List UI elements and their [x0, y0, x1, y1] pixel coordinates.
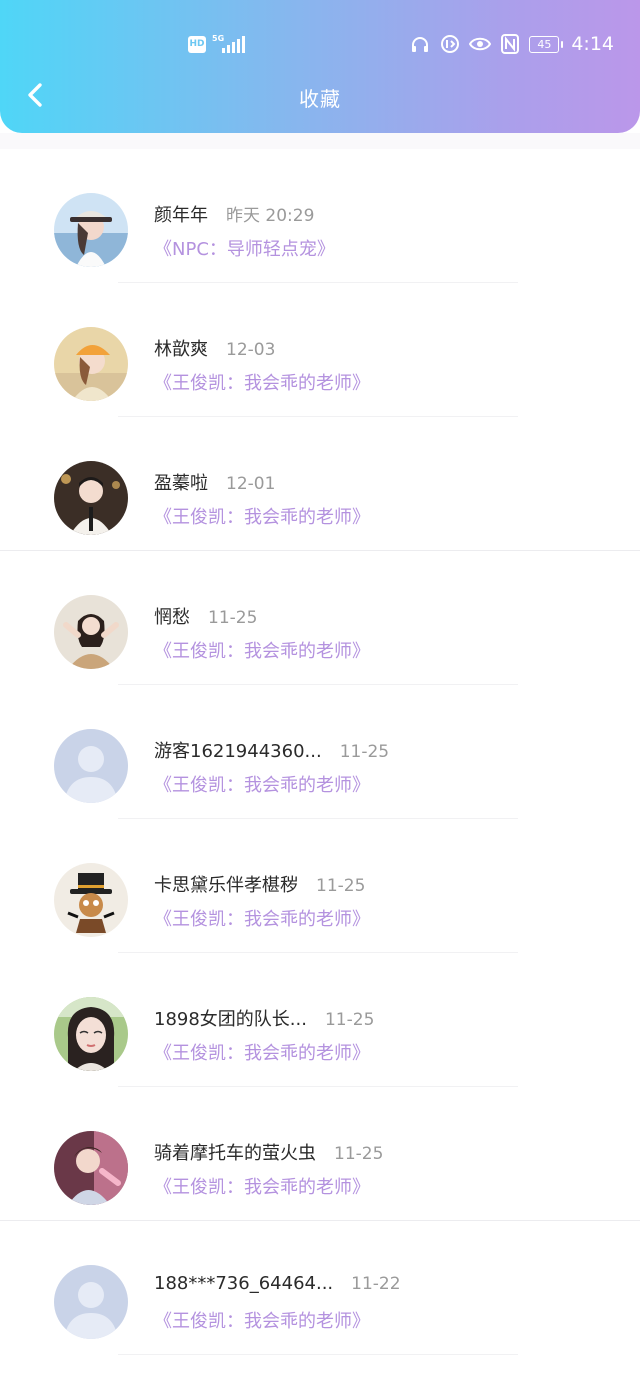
favorite-date: 11-25 [208, 608, 258, 628]
favorite-date: 11-25 [334, 1144, 384, 1164]
user-name: 卡思黛乐伴孝椹秽 [154, 875, 298, 896]
favorite-row[interactable]: 1898女团的队长... 11-25 《王俊凯：我会乖的老师》 [0, 953, 640, 1087]
name-line: 惘愁 11-25 [154, 603, 257, 629]
story-title-link[interactable]: 《王俊凯：我会乖的老师》 [154, 1039, 370, 1065]
story-title-link[interactable]: 《王俊凯：我会乖的老师》 [154, 637, 370, 663]
story-title-link[interactable]: 《王俊凯：我会乖的老师》 [154, 369, 370, 395]
favorite-row[interactable]: 林歆爽 12-03 《王俊凯：我会乖的老师》 [0, 283, 640, 417]
favorite-row[interactable]: 惘愁 11-25 《王俊凯：我会乖的老师》 [0, 551, 640, 685]
story-title-link[interactable]: 《王俊凯：我会乖的老师》 [154, 771, 370, 797]
name-line: 卡思黛乐伴孝椹秽 11-25 [154, 871, 365, 897]
favorite-row[interactable]: 卡思黛乐伴孝椹秽 11-25 《王俊凯：我会乖的老师》 [0, 819, 640, 953]
favorite-date: 11-25 [324, 1010, 375, 1030]
user-name: 游客1621944360... [154, 741, 322, 762]
status-bar: HD 5G 45 4:14 [0, 0, 640, 92]
page-title: 收藏 [299, 87, 341, 111]
user-name: 188***736_64464... [154, 1273, 334, 1294]
data-saver-icon [439, 33, 461, 55]
favorite-row[interactable]: 颜年年 昨天 20:29 《NPC：导师轻点宠》 [0, 149, 640, 283]
avatar[interactable] [54, 1131, 128, 1205]
favorite-date: 11-25 [316, 876, 366, 896]
name-line: 盈蓁啦 12-01 [154, 469, 275, 495]
user-name: 惘愁 [154, 607, 190, 628]
user-name: 骑着摩托车的萤火虫 [154, 1143, 316, 1164]
favorite-date: 12-03 [226, 340, 276, 360]
avatar[interactable] [54, 997, 128, 1071]
favorite-row[interactable]: 188***736_64464... 11-22 《王俊凯：我会乖的老师》 [0, 1221, 640, 1355]
header: HD 5G 45 4:14 收藏 [0, 0, 640, 133]
avatar[interactable] [54, 461, 128, 535]
default-user-icon[interactable] [54, 1265, 128, 1339]
avatar[interactable] [54, 863, 128, 937]
favorite-row[interactable]: 骑着摩托车的萤火虫 11-25 《王俊凯：我会乖的老师》 [0, 1087, 640, 1221]
name-line: 游客1621944360... 11-25 [154, 737, 389, 763]
divider [118, 1354, 518, 1355]
avatar[interactable] [54, 193, 128, 267]
avatar[interactable] [54, 327, 128, 401]
status-bar-left: HD 5G [188, 34, 245, 53]
user-name: 1898女团的队长... [154, 1009, 307, 1030]
section-gap [0, 133, 640, 149]
name-line: 骑着摩托车的萤火虫 11-25 [154, 1139, 383, 1165]
user-name: 盈蓁啦 [154, 473, 208, 494]
favorite-date: 昨天 20:29 [226, 206, 315, 226]
name-line: 1898女团的队长... 11-25 [154, 1005, 374, 1031]
name-line: 颜年年 昨天 20:29 [154, 201, 314, 227]
story-title-link[interactable]: 《王俊凯：我会乖的老师》 [154, 1307, 370, 1333]
favorite-row[interactable]: 游客1621944360... 11-25 《王俊凯：我会乖的老师》 [0, 685, 640, 819]
status-bar-right: 45 4:14 [409, 33, 614, 55]
user-name: 颜年年 [154, 205, 208, 226]
story-title-link[interactable]: 《王俊凯：我会乖的老师》 [154, 1173, 370, 1199]
eye-icon [469, 33, 492, 55]
avatar[interactable] [54, 595, 128, 669]
favorite-date: 11-22 [351, 1274, 401, 1294]
default-user-icon[interactable] [54, 729, 128, 803]
battery-icon: 45 [529, 35, 564, 53]
network-type: 5G [212, 34, 225, 43]
story-title-link[interactable]: 《王俊凯：我会乖的老师》 [154, 503, 370, 529]
favorite-date: 11-25 [339, 742, 390, 762]
favorite-row[interactable]: 盈蓁啦 12-01 《王俊凯：我会乖的老师》 [0, 417, 640, 551]
favorite-date: 12-01 [226, 474, 276, 494]
name-line: 林歆爽 12-03 [154, 335, 275, 361]
user-name: 林歆爽 [154, 339, 208, 360]
hd-badge: HD [188, 36, 206, 53]
story-title-link[interactable]: 《王俊凯：我会乖的老师》 [154, 905, 370, 931]
nfc-icon [499, 33, 521, 55]
clock: 4:14 [571, 33, 614, 55]
story-title-link[interactable]: 《NPC：导师轻点宠》 [154, 235, 335, 261]
name-line: 188***736_64464... 11-22 [154, 1273, 401, 1294]
signal-icon [222, 36, 245, 53]
headphones-icon [409, 33, 431, 55]
